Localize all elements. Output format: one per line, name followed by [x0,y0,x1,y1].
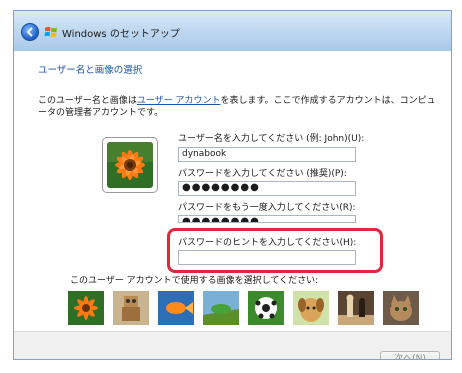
window-title: Windows のセットアップ [62,29,180,40]
confirm-password-label: パスワードをもう一度入力してください(R): [178,203,356,213]
avatar [102,137,158,193]
kitten-picture-icon[interactable] [383,291,419,325]
password-label: パスワードを入力してください (推奨)(P): [178,169,347,179]
robot-picture-icon[interactable] [113,291,149,325]
setup-window: Windows のセットアップ ユーザー名と画像の選択 このユーザー名と画像はユ… [13,10,452,360]
description-text: このユーザー名と画像はユーザー アカウントを表します。ここで作成するアカウントは… [38,95,438,119]
chess-picture-icon[interactable] [338,291,374,325]
soccer-ball-picture-icon[interactable] [248,291,284,325]
next-button[interactable]: 次へ(N) [380,351,440,359]
username-field[interactable]: dynabook [178,147,356,162]
description-before-link: このユーザー名と画像は [38,96,137,106]
goldfish-picture-icon[interactable] [158,291,194,325]
back-arrow-icon[interactable] [21,23,39,41]
username-label: ユーザー名を入力してください (例: John)(U): [178,134,365,144]
confirm-password-field[interactable]: ●●●●●●●● [178,215,356,223]
windows-logo-icon [44,26,57,38]
picture-select-label: このユーザー アカウントで使用する画像を選択してください: [70,276,319,286]
password-field[interactable]: ●●●●●●●● [178,181,356,196]
chameleon-picture-icon[interactable] [203,291,239,325]
avatar-image [107,142,153,188]
user-account-link[interactable]: ユーザー アカウント [137,96,221,106]
hint-highlight-callout [167,228,383,273]
page-heading: ユーザー名と画像の選択 [38,65,143,76]
title-bar: Windows のセットアップ [14,11,451,51]
flower-picture-icon[interactable] [68,291,104,325]
puppy-picture-icon[interactable] [293,291,329,325]
